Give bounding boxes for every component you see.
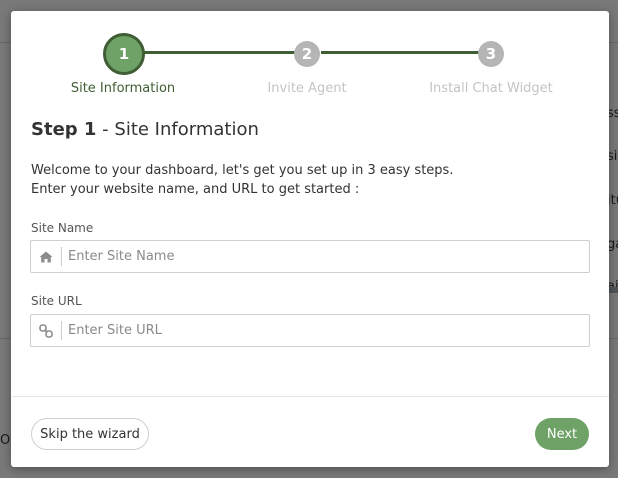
site-name-input[interactable] xyxy=(68,241,578,272)
step-title-text: - Site Information xyxy=(96,119,259,140)
step-3-label: Install Chat Widget xyxy=(429,81,553,96)
step-2-label: Invite Agent xyxy=(267,81,347,96)
input-divider xyxy=(61,321,62,340)
site-url-input[interactable] xyxy=(68,315,578,346)
instruction-text: Enter your website name, and URL to get … xyxy=(31,182,360,197)
site-name-label: Site Name xyxy=(31,221,94,235)
step-1-indicator: 1 xyxy=(103,33,145,75)
footer-divider xyxy=(11,396,609,397)
home-icon xyxy=(31,241,61,272)
step-connector xyxy=(321,51,491,54)
step-2-indicator: 2 xyxy=(294,41,320,67)
site-url-label: Site URL xyxy=(31,294,82,308)
wizard-stepper: 1 2 3 Site Information Invite Agent Inst… xyxy=(11,11,609,111)
step-3-indicator: 3 xyxy=(478,41,504,67)
link-icon xyxy=(31,315,61,346)
site-name-field xyxy=(30,240,590,273)
step-title: Step 1 - Site Information xyxy=(31,119,259,140)
skip-wizard-button[interactable]: Skip the wizard xyxy=(31,418,149,450)
step-1-label: Site Information xyxy=(70,81,176,96)
next-button[interactable]: Next xyxy=(535,418,589,450)
welcome-text: Welcome to your dashboard, let's get you… xyxy=(31,163,454,178)
site-url-field xyxy=(30,314,590,347)
input-divider xyxy=(61,247,62,266)
step-connector xyxy=(144,51,310,54)
step-title-number: Step 1 xyxy=(31,119,97,140)
setup-wizard-modal: 1 2 3 Site Information Invite Agent Inst… xyxy=(11,11,609,467)
